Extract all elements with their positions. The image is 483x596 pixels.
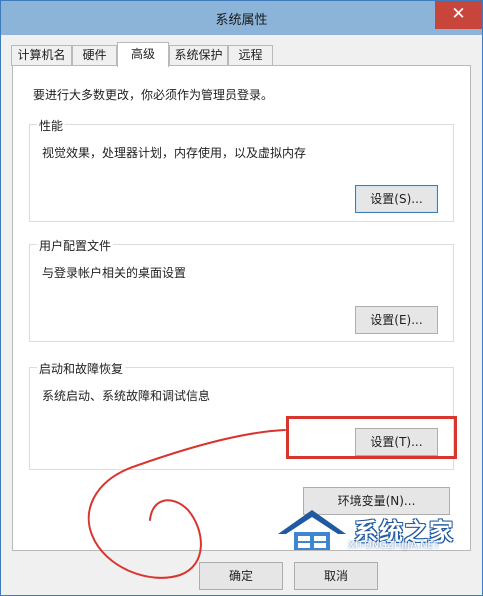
startup-recovery-desc: 系统启动、系统故障和调试信息 <box>42 389 211 403</box>
house-logo-icon <box>278 510 346 550</box>
user-profiles-group: 用户配置文件 与登录帐户相关的桌面设置 设置(E)... <box>29 237 454 342</box>
annotation-highlight-box <box>286 416 457 459</box>
window-title: 系统属性 <box>215 13 268 28</box>
startup-recovery-title: 启动和故障恢复 <box>37 360 126 377</box>
tab-remote[interactable]: 远程 <box>228 45 273 66</box>
performance-desc: 视觉效果，处理器计划，内存使用，以及虚拟内存 <box>42 146 307 160</box>
tab-advanced[interactable]: 高级 <box>117 42 169 67</box>
watermark-logo: 系统之家 XITONGZHIJIA.NET <box>268 500 478 580</box>
watermark-url: XITONGZHIJIA.NET <box>348 540 440 551</box>
user-profiles-settings-button[interactable]: 设置(E)... <box>355 306 438 334</box>
performance-settings-button[interactable]: 设置(S)... <box>355 185 438 213</box>
title-bar[interactable]: 系统属性 ✕ <box>1 1 482 35</box>
tab-system-protection[interactable]: 系统保护 <box>169 45 228 66</box>
tab-hardware[interactable]: 硬件 <box>72 45 117 66</box>
performance-group: 性能 视觉效果，处理器计划，内存使用，以及虚拟内存 设置(S)... <box>29 117 454 222</box>
user-profiles-desc: 与登录帐户相关的桌面设置 <box>42 266 187 280</box>
close-icon[interactable]: ✕ <box>435 1 482 29</box>
tab-computer-name[interactable]: 计算机名 <box>11 45 72 66</box>
user-profiles-title: 用户配置文件 <box>37 237 114 254</box>
performance-title: 性能 <box>37 117 66 134</box>
advanced-panel: 要进行大多数更改，你必须作为管理员登录。 性能 视觉效果，处理器计划，内存使用，… <box>12 65 471 551</box>
admin-notice: 要进行大多数更改，你必须作为管理员登录。 <box>33 88 274 102</box>
